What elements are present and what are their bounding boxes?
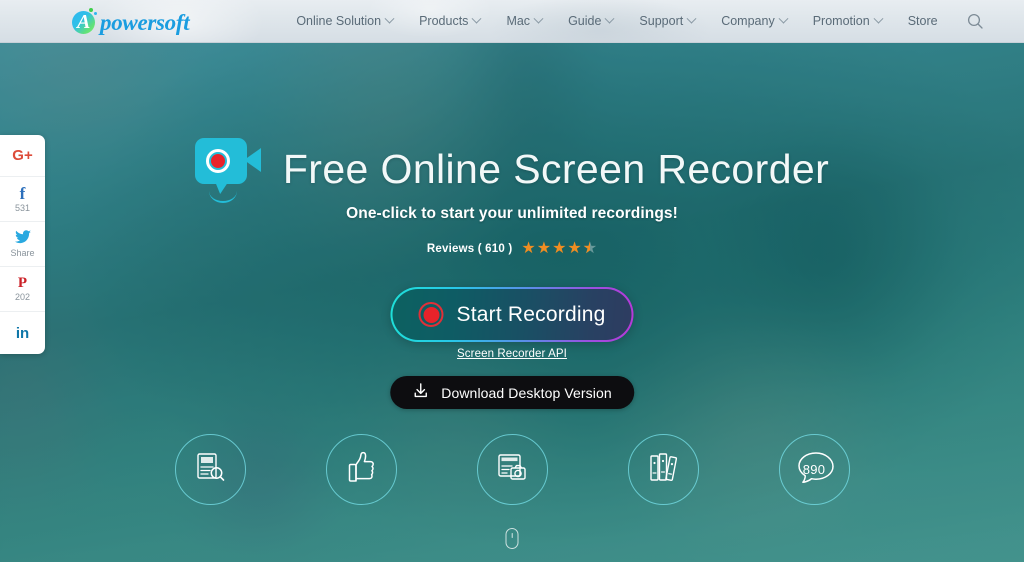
start-recording-button[interactable]: Start Recording	[390, 287, 634, 342]
nav-label: Store	[907, 14, 938, 28]
twitter-icon	[14, 230, 31, 247]
video-camera-recorder-icon	[194, 136, 267, 203]
nav-item-store[interactable]: Store	[895, 0, 951, 43]
reviews-rating: Reviews ( 610 ) ★ ★ ★ ★ ★	[0, 240, 1024, 258]
download-icon	[412, 382, 429, 404]
feature-library[interactable]	[627, 434, 699, 505]
feature-document-search[interactable]	[174, 434, 246, 505]
star-half-icon: ★	[583, 241, 597, 258]
facebook-icon: f	[19, 184, 26, 203]
comment-count: 890	[802, 462, 826, 477]
main-navigation: Online Solution Products Mac Guide Suppo…	[283, 0, 950, 43]
logo-letter: A	[77, 10, 91, 33]
nav-label: Company	[721, 14, 775, 28]
facebook-share-count: 531	[14, 203, 31, 213]
feature-comments[interactable]: 890	[778, 434, 850, 505]
nav-item-company[interactable]: Company	[708, 0, 800, 43]
nav-label: Support	[639, 14, 684, 28]
start-recording-label: Start Recording	[456, 302, 606, 326]
social-button-twitter[interactable]: Share	[0, 222, 45, 267]
search-icon[interactable]	[967, 13, 984, 30]
download-label: Download Desktop Version	[441, 384, 612, 401]
mouse-scroll-icon[interactable]	[505, 528, 519, 549]
linkedin-icon: in	[15, 324, 30, 342]
download-desktop-version-button[interactable]: Download Desktop Version	[390, 376, 634, 409]
hero-content: Free Online Screen Recorder One-click to…	[0, 0, 1024, 562]
social-button-google-plus[interactable]: G+	[0, 135, 45, 177]
screen-recorder-api-link[interactable]: Screen Recorder API	[0, 348, 1024, 360]
document-search-icon	[191, 448, 229, 491]
nav-item-support[interactable]: Support	[626, 0, 708, 43]
feature-icons-row: 890	[0, 434, 1024, 505]
chevron-down-icon	[873, 13, 884, 24]
nav-item-promotion[interactable]: Promotion	[800, 0, 895, 43]
thumbs-up-icon	[343, 449, 379, 490]
nav-item-guide[interactable]: Guide	[555, 0, 626, 43]
nav-label: Guide	[568, 14, 602, 28]
hero-subtitle: One-click to start your unlimited record…	[346, 205, 678, 222]
hero-title-row: Free Online Screen Recorder	[0, 136, 1024, 203]
twitter-share-label: Share	[10, 248, 35, 258]
nav-label: Mac	[506, 14, 531, 28]
chevron-down-icon	[471, 13, 482, 24]
logo-mark-icon: A	[72, 7, 99, 35]
chevron-down-icon	[778, 13, 789, 24]
nav-label: Online Solution	[296, 14, 382, 28]
google-plus-icon: G+	[12, 147, 33, 164]
nav-item-online-solution[interactable]: Online Solution	[283, 0, 406, 43]
feature-screenshot[interactable]	[476, 434, 548, 505]
nav-item-products[interactable]: Products	[406, 0, 493, 43]
site-logo[interactable]: A powersoft	[72, 7, 190, 35]
chevron-down-icon	[384, 13, 395, 24]
star-icon: ★	[521, 240, 536, 257]
chevron-down-icon	[686, 13, 697, 24]
page-title: Free Online Screen Recorder	[282, 145, 830, 192]
window-camera-screenshot-icon	[493, 448, 531, 491]
star-icon: ★	[536, 240, 552, 257]
nav-item-mac[interactable]: Mac	[493, 0, 555, 43]
site-header: A powersoft Online Solution Products Mac…	[0, 0, 1024, 43]
social-button-facebook[interactable]: f 531	[0, 177, 45, 222]
books-binders-icon	[645, 449, 681, 490]
social-share-sidebar: G+ f 531 Share P 202 in	[0, 135, 45, 354]
pinterest-share-count: 202	[14, 292, 31, 302]
feature-thumbs-up[interactable]	[325, 434, 397, 505]
star-icon: ★	[567, 240, 582, 257]
star-rating: ★ ★ ★ ★ ★	[521, 240, 597, 258]
nav-label: Promotion	[812, 14, 870, 28]
star-icon: ★	[552, 240, 567, 257]
reviews-label: Reviews ( 610 )	[426, 243, 513, 255]
chevron-down-icon	[533, 13, 544, 24]
logo-wordmark: powersoft	[100, 9, 190, 35]
social-button-linkedin[interactable]: in	[0, 312, 45, 354]
pinterest-icon: P	[17, 275, 28, 291]
chevron-down-icon	[604, 13, 615, 24]
record-dot-icon	[418, 302, 444, 327]
social-button-pinterest[interactable]: P 202	[0, 267, 45, 312]
nav-label: Products	[419, 14, 469, 28]
